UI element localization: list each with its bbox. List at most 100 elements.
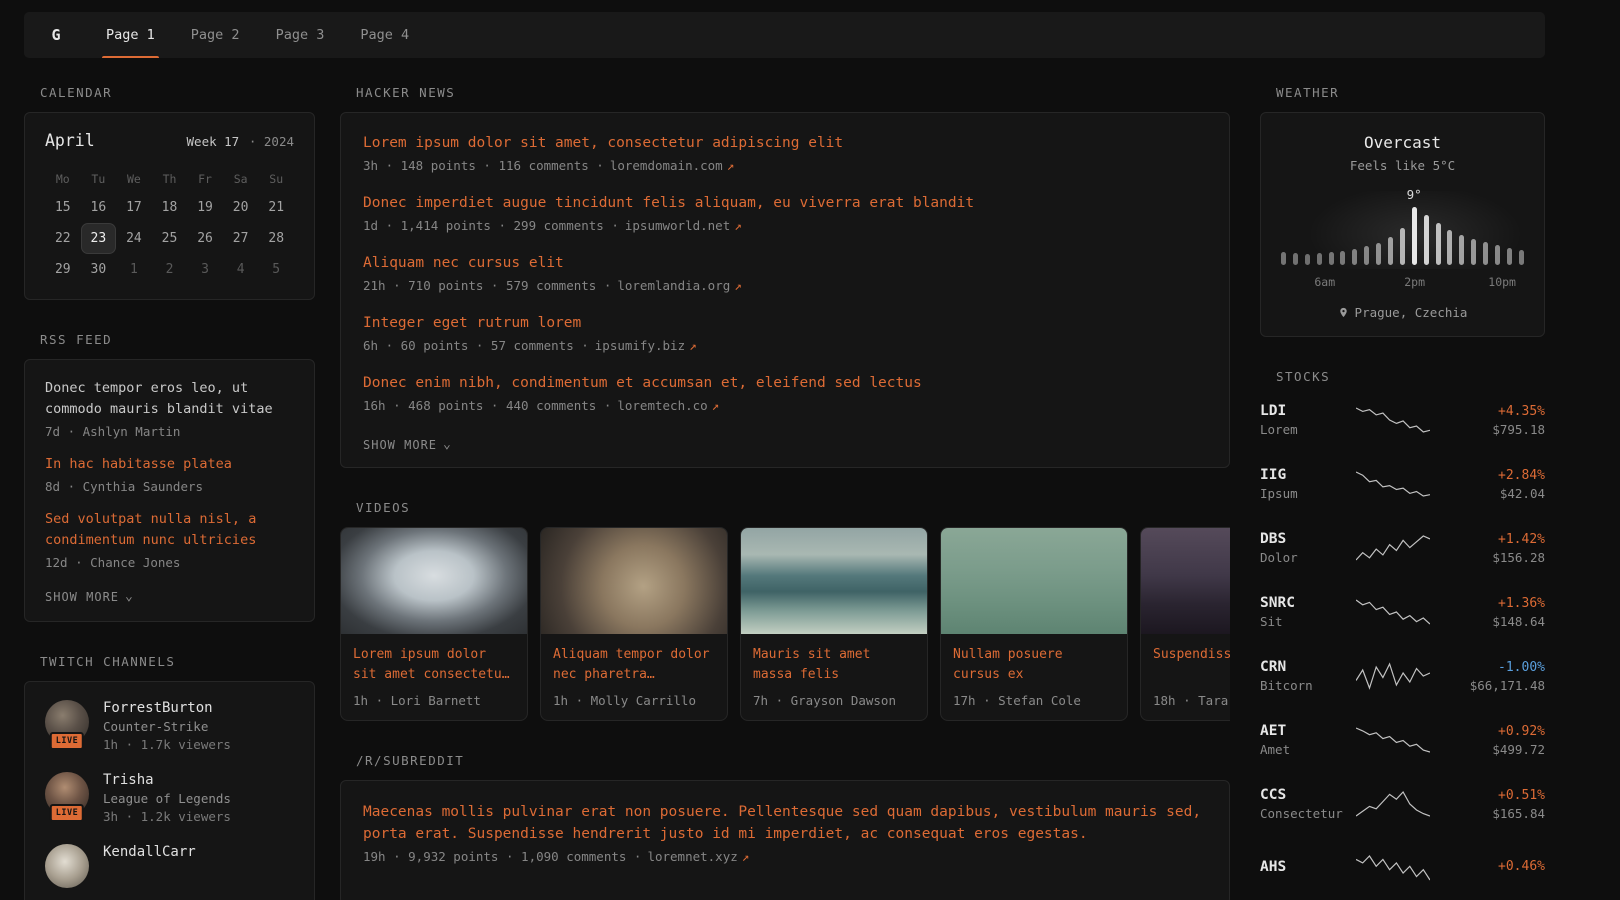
calendar-day: 21 <box>258 192 294 223</box>
video-title[interactable]: Suspendisse diam <box>1141 634 1230 685</box>
video-title[interactable]: Nullam posuere cursus ex <box>941 634 1127 685</box>
weather-bar <box>1340 251 1345 266</box>
stock-name: Bitcorn <box>1260 678 1356 693</box>
stock-symbol: DBS <box>1260 531 1356 547</box>
weather-bars <box>1281 207 1524 265</box>
twitch-channel-row[interactable]: KendallCarr <box>45 844 294 888</box>
stock-row[interactable]: CRN Bitcorn -1.00% $66,171.48 <box>1260 652 1545 700</box>
video-thumbnail[interactable] <box>741 528 927 634</box>
video-thumbnail[interactable] <box>941 528 1127 634</box>
stock-values: +0.92% $499.72 <box>1430 724 1545 757</box>
video-card[interactable]: Nullam posuere cursus ex 17h · Stefan Co… <box>940 527 1128 721</box>
calendar-day-next-month: 3 <box>187 254 223 285</box>
hn-item-domain[interactable]: loremlandia.org <box>617 278 730 293</box>
calendar-widget: CALENDAR April Week 17 · 2024 Mo Tu We T… <box>24 85 315 300</box>
rss-card: Donec tempor eros leo, ut commodo mauris… <box>24 359 315 622</box>
video-card[interactable]: Suspendisse diam 18h · Tara <box>1140 527 1230 721</box>
stock-values: +0.46% <box>1430 859 1545 877</box>
twitch-channel-row[interactable]: LIVE Trisha League of Legends 3h · 1.2k … <box>45 772 294 824</box>
twitch-channel-name: ForrestBurton <box>103 700 231 716</box>
video-thumbnail[interactable] <box>541 528 727 634</box>
tab-page-4[interactable]: Page 4 <box>356 12 413 58</box>
external-link-icon: ↗ <box>734 218 742 233</box>
hn-item-domain[interactable]: ipsumify.biz <box>595 338 685 353</box>
hn-item-meta: 16h · 468 points · 440 comments · loremte… <box>363 398 1207 413</box>
weather-location-text: Prague, Czechia <box>1355 305 1468 320</box>
hn-show-more-button[interactable]: SHOW MORE ⌄ <box>363 437 452 452</box>
rss-item-link[interactable]: Sed volutpat nulla nisl, a condimentum n… <box>45 509 294 551</box>
stock-symbol: CCS <box>1260 787 1356 803</box>
avatar <box>45 844 89 888</box>
twitch-avatar-wrap: LIVE <box>45 772 89 816</box>
rss-show-more-button[interactable]: SHOW MORE ⌄ <box>45 589 134 604</box>
weather-bar <box>1281 252 1286 265</box>
hn-item-link[interactable]: Donec imperdiet augue tincidunt felis al… <box>363 193 1207 214</box>
twitch-widget: TWITCH CHANNELS LIVE ForrestBurton Count… <box>24 654 315 900</box>
subreddit-post-link[interactable]: Maecenas mollis pulvinar erat non posuer… <box>363 801 1207 845</box>
rss-item-link[interactable]: Donec tempor eros leo, ut commodo mauris… <box>45 378 294 420</box>
hn-show-more-label: SHOW MORE <box>363 438 437 452</box>
hackernews-section-title: HACKER NEWS <box>356 85 1230 100</box>
twitch-channel-row[interactable]: LIVE ForrestBurton Counter-Strike 1h · 1… <box>45 700 294 752</box>
hn-item-domain[interactable]: loremtech.co <box>617 398 707 413</box>
stock-row[interactable]: AHS +0.46% <box>1260 844 1545 892</box>
video-thumbnail[interactable] <box>1141 528 1230 634</box>
video-thumbnail[interactable] <box>341 528 527 634</box>
hn-item-link[interactable]: Lorem ipsum dolor sit amet, consectetur … <box>363 133 1207 154</box>
video-card[interactable]: Mauris sit amet massa felis 7h · Grayson… <box>740 527 928 721</box>
hn-item-link[interactable]: Aliquam nec cursus elit <box>363 253 1207 274</box>
hn-item-link[interactable]: Donec enim nibh, condimentum et accumsan… <box>363 373 1207 394</box>
app-logo: G <box>24 12 88 58</box>
video-title[interactable]: Mauris sit amet massa felis <box>741 634 927 685</box>
calendar-day: 19 <box>187 192 223 223</box>
weather-bar <box>1424 215 1429 265</box>
rss-section-title: RSS FEED <box>40 332 315 347</box>
stock-change: +1.42% <box>1430 532 1545 547</box>
stock-name: Dolor <box>1260 550 1356 565</box>
tab-page-2[interactable]: Page 2 <box>187 12 244 58</box>
video-card[interactable]: Aliquam tempor dolor nec pharetra… 1h · … <box>540 527 728 721</box>
weather-time-label: 6am <box>1314 275 1335 289</box>
stock-row[interactable]: DBS Dolor +1.42% $156.28 <box>1260 524 1545 572</box>
stock-change: -1.00% <box>1430 660 1545 675</box>
twitch-channel-game: League of Legends <box>103 791 231 806</box>
twitch-avatar-wrap <box>45 844 89 888</box>
hn-item-domain[interactable]: ipsumworld.net <box>625 218 730 233</box>
stock-id: CCS Consectetur <box>1260 787 1356 821</box>
rss-item: In hac habitasse platea 8d · Cynthia Sau… <box>45 454 294 494</box>
hn-item: Lorem ipsum dolor sit amet, consectetur … <box>363 133 1207 173</box>
stock-row[interactable]: IIG Ipsum +2.84% $42.04 <box>1260 460 1545 508</box>
weather-bar <box>1364 246 1369 265</box>
video-title[interactable]: Lorem ipsum dolor sit amet consectetu… <box>341 634 527 685</box>
video-card[interactable]: Lorem ipsum dolor sit amet consectetu… 1… <box>340 527 528 721</box>
tab-page-3[interactable]: Page 3 <box>272 12 329 58</box>
hn-item-link[interactable]: Integer eget rutrum lorem <box>363 313 1207 334</box>
stock-id: IIG Ipsum <box>1260 467 1356 501</box>
rss-item-link[interactable]: In hac habitasse platea <box>45 454 294 475</box>
tab-page-1[interactable]: Page 1 <box>102 12 159 58</box>
hackernews-widget: HACKER NEWS Lorem ipsum dolor sit amet, … <box>340 85 1230 468</box>
hn-item-meta-text: 16h · 468 points · 440 comments · <box>363 398 611 413</box>
stock-row[interactable]: AET Amet +0.92% $499.72 <box>1260 716 1545 764</box>
calendar-card: April Week 17 · 2024 Mo Tu We Th Fr Sa S <box>24 112 315 300</box>
rss-show-more-label: SHOW MORE <box>45 590 119 604</box>
stock-sparkline <box>1356 597 1430 627</box>
calendar-day: 28 <box>258 223 294 254</box>
stock-id: AET Amet <box>1260 723 1356 757</box>
stock-row[interactable]: CCS Consectetur +0.51% $165.84 <box>1260 780 1545 828</box>
subreddit-post-domain[interactable]: loremnet.xyz <box>647 849 737 864</box>
weather-bar <box>1400 228 1405 265</box>
weather-widget: WEATHER Overcast Feels like 5°C 9° 6am 2… <box>1260 85 1545 337</box>
live-badge: LIVE <box>50 804 84 822</box>
stock-row[interactable]: LDI Lorem +4.35% $795.18 <box>1260 396 1545 444</box>
stock-row[interactable]: SNRC Sit +1.36% $148.64 <box>1260 588 1545 636</box>
weather-bar <box>1376 243 1381 265</box>
video-title[interactable]: Aliquam tempor dolor nec pharetra… <box>541 634 727 685</box>
twitch-channel-meta: 3h · 1.2k viewers <box>103 809 231 824</box>
calendar-dow: Fr <box>187 166 223 192</box>
chevron-down-icon: ⌄ <box>125 589 134 604</box>
external-link-icon: ↗ <box>712 398 720 413</box>
hn-item-domain[interactable]: loremdomain.com <box>610 158 723 173</box>
weather-time-label: 2pm <box>1404 275 1425 289</box>
calendar-day: 22 <box>45 223 81 254</box>
